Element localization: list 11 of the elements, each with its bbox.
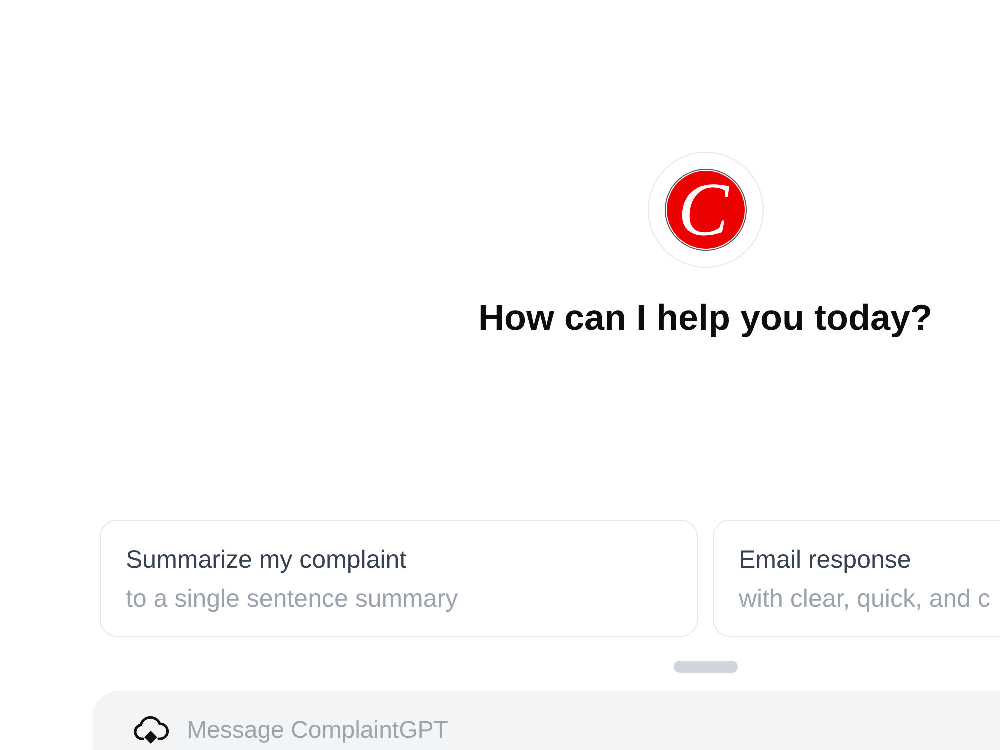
- suggestion-subtitle: with clear, quick, and c: [739, 584, 991, 615]
- logo-letter: C: [678, 180, 730, 240]
- suggestion-card[interactable]: Email response with clear, quick, and c: [713, 520, 1000, 637]
- suggestion-card[interactable]: Summarize my complaint to a single sentence summary: [100, 520, 698, 637]
- scroll-indicator: [674, 661, 738, 673]
- suggestion-subtitle: to a single sentence summary: [126, 584, 458, 615]
- suggestion-title: Email response: [739, 545, 912, 576]
- suggestion-title: Summarize my complaint: [126, 545, 407, 576]
- cloud-upload-icon[interactable]: [133, 715, 169, 745]
- message-input[interactable]: Message ComplaintGPT: [187, 717, 1000, 745]
- greeting-heading: How can I help you today?: [478, 296, 933, 340]
